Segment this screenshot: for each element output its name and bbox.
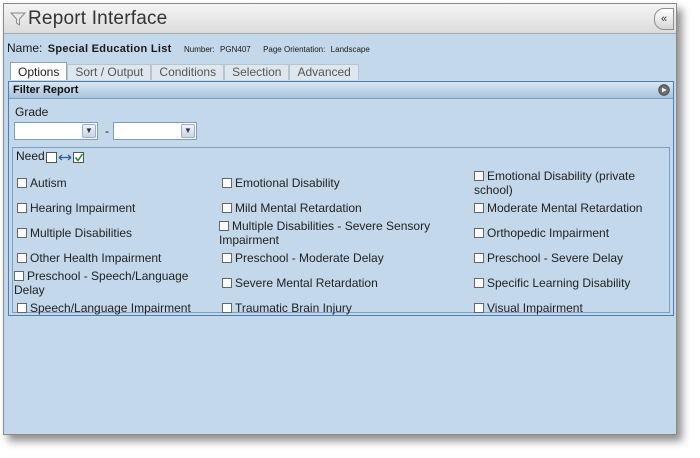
grade-to-select[interactable]: ▼: [113, 122, 197, 140]
checkbox[interactable]: [17, 178, 27, 188]
tab-options[interactable]: Options: [10, 62, 68, 80]
need-option-label: Preschool - Speech/Language Delay: [14, 269, 189, 297]
need-option[interactable]: Orthopedic Impairment: [474, 226, 609, 240]
checkbox[interactable]: [474, 303, 484, 313]
need-option-label: Traumatic Brain Injury: [235, 301, 352, 315]
title-bar: Report Interface «: [4, 4, 676, 34]
chevron-down-icon: ▼: [82, 124, 96, 138]
need-option[interactable]: Moderate Mental Retardation: [474, 201, 642, 215]
help-icon[interactable]: [658, 84, 670, 96]
need-label: Need: [16, 149, 45, 163]
grade-range-separator: -: [105, 124, 109, 138]
select-all-toggle-icon[interactable]: [46, 151, 86, 164]
need-option[interactable]: Emotional Disability: [222, 176, 340, 190]
name-label: Name:: [7, 41, 43, 55]
checkbox[interactable]: [17, 303, 27, 313]
page-orientation: Landscape: [330, 45, 370, 54]
report-interface-window: Report Interface « Name: Special Educati…: [3, 3, 677, 435]
filter-report-title: Filter Report: [13, 84, 79, 96]
need-option-label: Speech/Language Impairment: [30, 301, 191, 315]
need-option-label: Emotional Disability: [235, 176, 340, 190]
need-option[interactable]: Speech/Language Impairment: [17, 301, 191, 315]
need-option-label: Preschool - Moderate Delay: [235, 251, 384, 265]
need-option-label: Orthopedic Impairment: [487, 226, 610, 240]
need-group: Need Autism Emotional Disability Emotion…: [12, 147, 670, 315]
tab-sort-output[interactable]: Sort / Output: [67, 64, 152, 80]
checkbox[interactable]: [474, 171, 484, 181]
orientation-label: Page Orientation:: [263, 45, 326, 54]
checkbox[interactable]: [222, 178, 232, 188]
need-option[interactable]: Hearing Impairment: [17, 201, 135, 215]
checkbox[interactable]: [222, 278, 232, 288]
checkbox[interactable]: [474, 203, 484, 213]
need-option-label: Mild Mental Retardation: [235, 201, 362, 215]
checkbox[interactable]: [17, 228, 27, 238]
chevron-down-icon: ▼: [181, 124, 195, 138]
checkbox[interactable]: [222, 303, 232, 313]
tab-selection[interactable]: Selection: [224, 64, 290, 80]
need-option-label: Severe Mental Retardation: [235, 276, 378, 290]
need-option[interactable]: Emotional Disability (private school): [474, 169, 664, 197]
report-number: PGN407: [220, 45, 251, 54]
number-label: Number:: [184, 45, 215, 54]
need-option[interactable]: Severe Mental Retardation: [222, 276, 378, 290]
checkbox[interactable]: [474, 278, 484, 288]
need-option-label: Other Health Impairment: [30, 251, 162, 265]
need-option[interactable]: Mild Mental Retardation: [222, 201, 362, 215]
need-option[interactable]: Visual Impairment: [474, 301, 583, 315]
tab-conditions[interactable]: Conditions: [151, 64, 225, 80]
checkbox[interactable]: [222, 253, 232, 263]
grade-label: Grade: [15, 105, 49, 119]
need-option[interactable]: Traumatic Brain Injury: [222, 301, 352, 315]
need-option-label: Emotional Disability (private school): [474, 169, 636, 197]
checkbox[interactable]: [474, 253, 484, 263]
tab-advanced[interactable]: Advanced: [289, 64, 359, 80]
need-option-label: Preschool - Severe Delay: [487, 251, 624, 265]
checkbox[interactable]: [474, 228, 484, 238]
need-option-label: Autism: [30, 176, 67, 190]
filter-report-header: Filter Report: [9, 82, 673, 99]
filter-report-panel: Filter Report Grade ▼ - ▼ Need Autism Em…: [8, 81, 674, 316]
need-option[interactable]: Other Health Impairment: [17, 251, 161, 265]
filter-funnel-icon: [10, 12, 26, 26]
report-name: Special Education List: [47, 43, 172, 55]
need-option-label: Hearing Impairment: [30, 201, 136, 215]
collapse-button[interactable]: «: [654, 8, 674, 30]
need-option-label: Multiple Disabilities - Severe Sensory I…: [219, 219, 431, 247]
grade-from-select[interactable]: ▼: [14, 122, 98, 140]
need-option[interactable]: Preschool - Severe Delay: [474, 251, 623, 265]
checkbox[interactable]: [222, 203, 232, 213]
need-option[interactable]: Multiple Disabilities: [17, 226, 132, 240]
checkbox[interactable]: [17, 203, 27, 213]
need-option-label: Visual Impairment: [487, 301, 583, 315]
report-info: Name: Special Education List Number: PGN…: [7, 41, 370, 55]
need-option[interactable]: Preschool - Speech/Language Delay: [14, 269, 212, 297]
window-title: Report Interface: [28, 8, 168, 29]
need-option-label: Moderate Mental Retardation: [487, 201, 643, 215]
need-option[interactable]: Preschool - Moderate Delay: [222, 251, 384, 265]
tab-bar: Options Sort / Output Conditions Selecti…: [10, 62, 359, 80]
checkbox[interactable]: [17, 253, 27, 263]
need-option-label: Multiple Disabilities: [30, 226, 133, 240]
need-option[interactable]: Autism: [17, 176, 67, 190]
need-option[interactable]: Specific Learning Disability: [474, 276, 630, 290]
double-chevron-left-icon: «: [660, 13, 668, 25]
need-option[interactable]: Multiple Disabilities - Severe Sensory I…: [219, 219, 451, 247]
checkbox[interactable]: [219, 221, 229, 231]
checkbox[interactable]: [14, 271, 24, 281]
need-option-label: Specific Learning Disability: [487, 276, 631, 290]
